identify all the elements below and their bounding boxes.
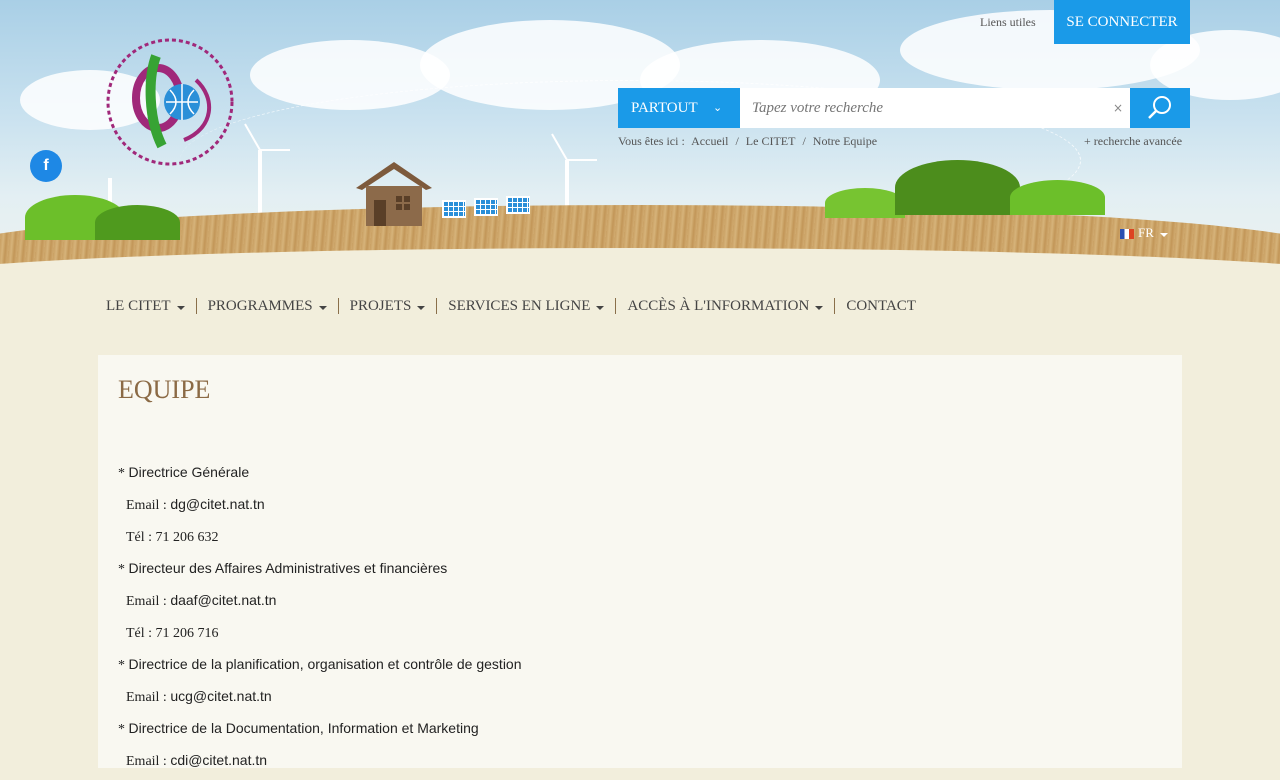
useful-links[interactable]: Liens utiles — [980, 15, 1036, 30]
search-button[interactable] — [1130, 88, 1190, 128]
chevron-down-icon: ⌄ — [713, 101, 723, 114]
clear-search-icon[interactable]: × — [1108, 88, 1128, 128]
search-bar: PARTOUT ⌄ × — [618, 88, 1190, 128]
caret-down-icon — [176, 305, 185, 310]
nav-label: SERVICES EN LIGNE — [448, 297, 591, 314]
team-line: * Directrice de la planification, organi… — [118, 652, 522, 684]
advanced-search-link[interactable]: + recherche avancée — [1084, 134, 1182, 149]
breadcrumb-prefix: Vous êtes ici : — [618, 134, 685, 148]
search-scope-dropdown[interactable]: PARTOUT ⌄ — [618, 88, 740, 128]
nav-item-services-en-ligne[interactable]: SERVICES EN LIGNE — [436, 298, 615, 314]
line-text: Directeur des Affaires Administratives e… — [128, 560, 448, 576]
login-button[interactable]: SE CONNECTER — [1054, 0, 1190, 44]
line-prefix: * — [118, 722, 129, 737]
nav-label: CONTACT — [846, 297, 916, 314]
content-panel: EQUIPE * Directrice Générale Email : dg@… — [98, 355, 1182, 769]
line-prefix: * — [118, 658, 129, 673]
nav-item-contact[interactable]: CONTACT — [834, 298, 927, 314]
caret-down-icon — [596, 305, 605, 310]
house-illustration — [356, 162, 432, 226]
caret-down-icon — [815, 305, 824, 310]
line-prefix: Email : — [126, 690, 171, 705]
team-line: Tél : 71 206 716 — [118, 620, 522, 652]
page-title: EQUIPE — [118, 375, 211, 404]
line-text: Directrice de la planification, organisa… — [128, 656, 522, 672]
team-line: * Directrice Générale — [118, 460, 522, 492]
team-line: Email : ucg@citet.nat.tn — [118, 684, 522, 716]
bush — [825, 188, 905, 218]
nav-item-projets[interactable]: PROJETS — [337, 297, 437, 314]
solar-panel — [442, 200, 466, 218]
line-prefix: Tél : — [126, 626, 156, 641]
nav-label: PROGRAMMES — [207, 297, 313, 314]
line-prefix: Email : — [126, 498, 171, 513]
solar-panel — [474, 198, 498, 216]
line-text: Directrice de la Documentation, Informat… — [128, 720, 479, 736]
line-prefix: * — [118, 562, 129, 577]
caret-down-icon — [318, 305, 327, 310]
email-link[interactable]: cdi@citet.nat.tn — [170, 752, 267, 768]
nav-item-acces-information[interactable]: ACCÈS À L'INFORMATION — [615, 298, 834, 314]
breadcrumb-separator: / — [735, 134, 739, 148]
turbine-blade — [260, 149, 290, 151]
team-list: * Directrice Générale Email : dg@citet.n… — [118, 460, 522, 780]
nav-label: LE CITET — [106, 297, 171, 314]
caret-down-icon — [1159, 233, 1168, 237]
language-label: FR — [1138, 225, 1154, 240]
breadcrumb-current: Notre Equipe — [812, 134, 878, 148]
bush — [1010, 180, 1105, 215]
nav-label: PROJETS — [349, 297, 412, 314]
line-prefix: Email : — [126, 594, 171, 609]
search-input[interactable] — [740, 88, 1130, 128]
team-line: * Directrice de la Documentation, Inform… — [118, 716, 522, 748]
turbine-blade — [567, 159, 597, 161]
language-selector[interactable]: FR — [1120, 225, 1168, 241]
breadcrumb-citet[interactable]: Le CITET — [746, 134, 796, 148]
line-prefix: Email : — [126, 754, 171, 769]
line-text: Directrice Générale — [128, 464, 250, 480]
breadcrumb-separator: / — [802, 134, 806, 148]
caret-down-icon — [417, 305, 426, 310]
french-flag-icon — [1120, 229, 1134, 240]
search-scope-label: PARTOUT — [631, 100, 698, 116]
search-icon — [1148, 96, 1171, 119]
line-prefix: Tél : — [126, 530, 156, 545]
phone-number: 71 206 716 — [155, 626, 219, 641]
team-line: Email : cdi@citet.nat.tn — [118, 748, 522, 780]
team-line: * Directeur des Affaires Administratives… — [118, 556, 522, 588]
bush — [95, 205, 180, 240]
team-line: Email : daaf@citet.nat.tn — [118, 588, 522, 620]
breadcrumb: Vous êtes ici : Accueil / Le CITET / Not… — [618, 134, 881, 149]
nav-item-le-citet[interactable]: LE CITET — [106, 298, 196, 314]
bush — [895, 160, 1020, 215]
phone-number: 71 206 632 — [155, 530, 219, 545]
solar-panel — [506, 196, 530, 214]
citet-logo[interactable] — [96, 28, 244, 176]
email-link[interactable]: dg@citet.nat.tn — [170, 496, 264, 512]
main-navigation: LE CITET PROGRAMMES PROJETS SERVICES EN … — [106, 296, 927, 316]
email-link[interactable]: ucg@citet.nat.tn — [170, 688, 271, 704]
facebook-icon[interactable]: f — [30, 150, 62, 182]
nav-item-programmes[interactable]: PROGRAMMES — [195, 297, 338, 314]
line-prefix: * — [118, 466, 129, 481]
nav-label: ACCÈS À L'INFORMATION — [627, 297, 810, 314]
team-line: Tél : 71 206 632 — [118, 524, 522, 556]
breadcrumb-home[interactable]: Accueil — [691, 134, 728, 148]
email-link[interactable]: daaf@citet.nat.tn — [170, 592, 276, 608]
team-line: Email : dg@citet.nat.tn — [118, 492, 522, 524]
